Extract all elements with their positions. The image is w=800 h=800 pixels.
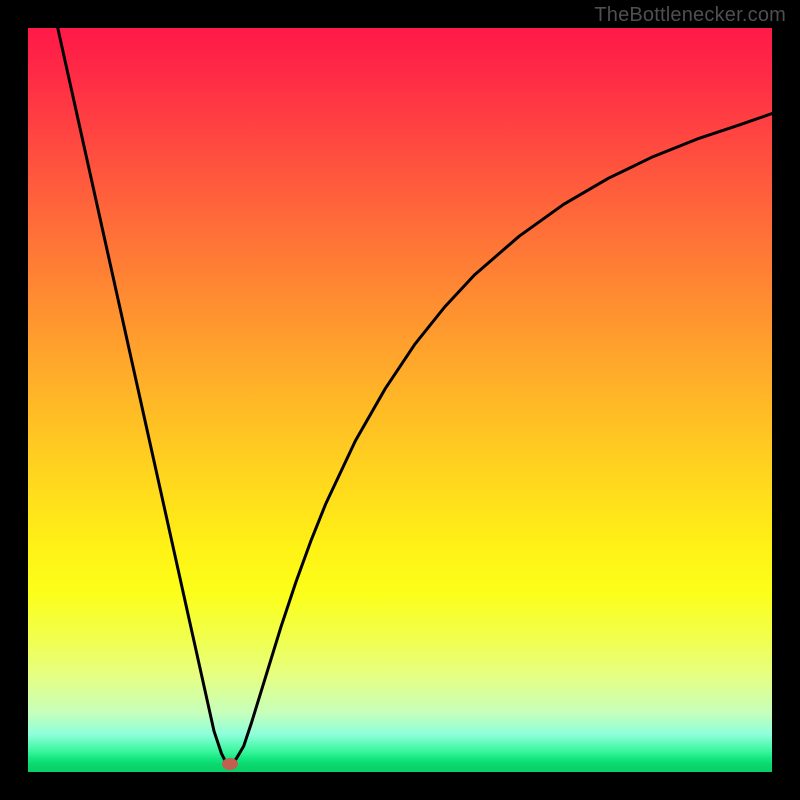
chart-frame: TheBottlenecker.com — [0, 0, 800, 800]
bottleneck-curve — [58, 28, 772, 764]
curve-svg — [28, 28, 772, 772]
watermark-text: TheBottlenecker.com — [594, 4, 786, 27]
optimum-marker — [222, 758, 238, 770]
plot-area — [28, 28, 772, 772]
